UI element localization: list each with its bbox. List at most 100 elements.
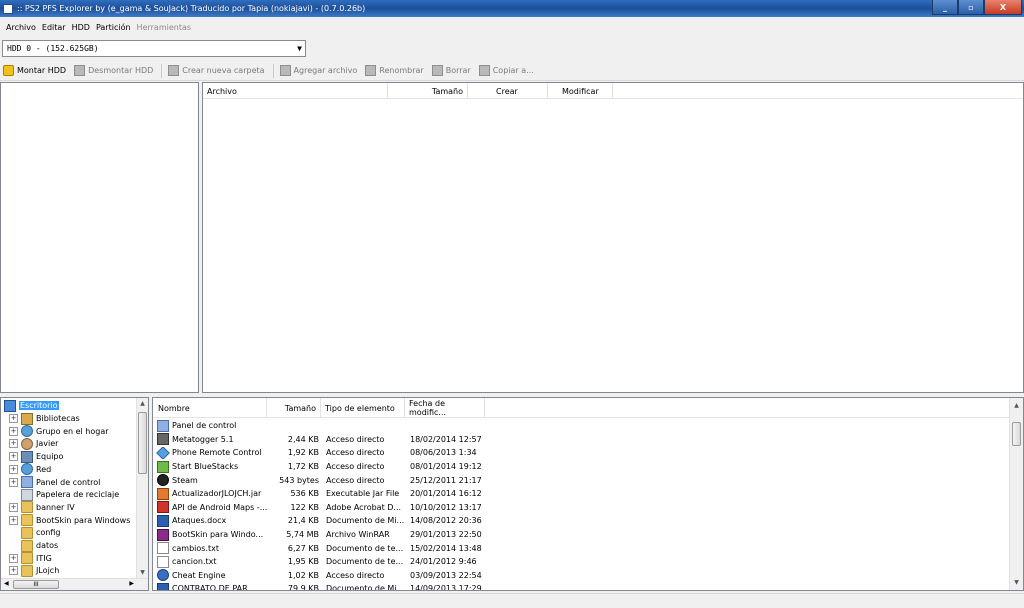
network-icon	[21, 463, 33, 476]
file-row[interactable]: CONTRATO DE PAR... 79,9 KB Documento de Mi…	[153, 582, 485, 590]
expand-icon[interactable]: +	[9, 515, 18, 525]
tree-item[interactable]: + Javier	[9, 437, 58, 450]
copy-to-button[interactable]: Copiar a...	[478, 65, 534, 76]
file-row[interactable]: Metatogger 5.1 2,44 KB Acceso directo 18/02…	[153, 433, 485, 447]
expand-icon[interactable]: +	[9, 464, 18, 474]
file-date: 03/09/2013 22:54	[410, 570, 482, 580]
tree-item[interactable]: + JLojch	[9, 564, 59, 577]
file-row[interactable]: Phone Remote Control 1,92 KB Acceso direct…	[153, 446, 485, 460]
file-size: 21,4 KB	[287, 516, 319, 526]
hdd-select[interactable]: HDD 0 - (152.625GB) ▼	[2, 40, 306, 57]
unmount-hdd-button[interactable]: Desmontar HDD	[74, 65, 153, 76]
file-row[interactable]: Ataques.docx 21,4 KB Documento de Mi... 14/…	[153, 514, 485, 528]
column-header-tamano[interactable]: Tamaño	[388, 83, 468, 99]
file-row[interactable]: API de Android Maps -... 122 KB Adobe Acro…	[153, 501, 485, 515]
maximize-button[interactable]: ▫	[958, 0, 984, 15]
new-folder-button[interactable]: Crear nueva carpeta	[168, 65, 265, 76]
tree-item[interactable]: + BootSkin para Windows	[9, 514, 130, 527]
menu-archivo[interactable]: Archivo	[3, 23, 39, 32]
file-date: 10/10/2012 13:17	[410, 502, 482, 512]
files-vertical-scrollbar[interactable]: ▲ ▼	[1009, 398, 1023, 590]
column-header-modificar[interactable]: Modificar	[548, 83, 613, 99]
tree-item[interactable]: Papelera de reciclaje	[9, 488, 119, 501]
star-icon	[156, 446, 170, 459]
tree-horizontal-scrollbar[interactable]: ◀ III ▶	[1, 578, 148, 590]
add-file-button[interactable]: Agregar archivo	[279, 65, 357, 76]
column-header-nombre[interactable]: Nombre	[153, 398, 267, 418]
file-size: 1,72 KB	[287, 462, 319, 472]
tree-item[interactable]: datos	[9, 539, 58, 552]
word-icon	[157, 514, 169, 527]
unmount-hdd-icon	[74, 65, 86, 76]
menu-hdd[interactable]: HDD	[69, 23, 93, 32]
column-header-fecha[interactable]: Fecha de modific...	[405, 398, 485, 418]
folder-icon	[21, 552, 33, 565]
rename-button[interactable]: Renombrar	[365, 65, 424, 76]
tree-item[interactable]: + Panel de control	[9, 476, 100, 489]
expand-icon[interactable]: +	[9, 553, 18, 563]
file-name: cancion.txt	[172, 557, 217, 567]
tree-item[interactable]: + Red	[9, 463, 51, 476]
tree-vertical-scrollbar[interactable]: ▲ ▼	[136, 398, 148, 578]
menu-editar[interactable]: Editar	[39, 23, 69, 32]
file-row[interactable]: BootSkin para Windo... 5,74 MB Archivo Win…	[153, 528, 485, 542]
mount-hdd-button[interactable]: Montar HDD	[3, 65, 66, 76]
local-folder-tree[interactable]: Escritorio + Bibliotecas + Grupo en el hoga…	[0, 397, 149, 591]
shortcut-icon	[157, 433, 169, 446]
tree-item-escritorio[interactable]: Escritorio	[4, 399, 59, 412]
dropdown-arrow-icon[interactable]: ▼	[297, 44, 302, 53]
column-header-tamano[interactable]: Tamaño	[267, 398, 321, 418]
local-file-list[interactable]: Nombre Tamaño Tipo de elemento Fecha de …	[152, 397, 1024, 591]
scroll-up-icon[interactable]: ▲	[1010, 400, 1023, 411]
folder-icon	[21, 514, 33, 527]
column-header-crear[interactable]: Crear	[468, 83, 548, 99]
file-row[interactable]: cambios.txt 6,27 KB Documento de te... 15/0…	[153, 541, 485, 555]
expand-icon[interactable]: +	[9, 426, 18, 436]
scroll-thumb[interactable]	[138, 412, 147, 474]
tree-item-label: BootSkin para Windows	[36, 515, 131, 525]
hdd-file-list[interactable]: Archivo Tamaño Crear Modificar	[202, 82, 1024, 393]
bluestacks-icon	[157, 460, 169, 473]
file-name: BootSkin para Windo...	[172, 530, 264, 540]
scroll-right-icon[interactable]: ▶	[129, 580, 134, 587]
expand-icon[interactable]: +	[9, 566, 18, 576]
tree-item[interactable]: + ITIG	[9, 552, 52, 565]
expand-icon[interactable]: +	[9, 439, 18, 449]
scroll-up-icon[interactable]: ▲	[137, 398, 148, 409]
scroll-left-icon[interactable]: ◀	[4, 580, 9, 587]
tree-item[interactable]: config	[9, 526, 60, 539]
expand-icon[interactable]: +	[9, 452, 18, 462]
file-row[interactable]: Start BlueStacks 1,72 KB Acceso directo 08/…	[153, 460, 485, 474]
tree-item[interactable]: + Bibliotecas	[9, 412, 80, 425]
column-header-archivo[interactable]: Archivo	[203, 83, 388, 99]
desktop-icon	[4, 399, 16, 412]
horizontal-scroll-thumb[interactable]: III	[13, 580, 59, 589]
minimize-button[interactable]: _	[932, 0, 958, 15]
close-button[interactable]: X	[984, 0, 1022, 15]
file-row[interactable]: ActualizadorJLOJCH.jar 536 KB Executable J…	[153, 487, 485, 501]
scroll-thumb[interactable]	[1012, 422, 1021, 446]
tree-item-label: config	[36, 528, 61, 538]
scroll-down-icon[interactable]: ▼	[137, 567, 148, 578]
menu-herramientas[interactable]: Herramientas	[134, 23, 195, 32]
file-row[interactable]: cancion.txt 1,95 KB Documento de te... 24/0…	[153, 555, 485, 569]
tree-item[interactable]: + banner IV	[9, 501, 75, 514]
column-header-tipo[interactable]: Tipo de elemento	[321, 398, 405, 418]
file-row[interactable]: Steam 543 bytes Acceso directo 25/12/2011 2…	[153, 473, 485, 487]
scroll-down-icon[interactable]: ▼	[1010, 577, 1023, 588]
expand-icon[interactable]: +	[9, 477, 18, 487]
expand-icon[interactable]: +	[9, 414, 18, 423]
file-name: Steam	[172, 475, 198, 485]
delete-button[interactable]: Borrar	[431, 65, 471, 76]
file-row[interactable]: Panel de control	[153, 419, 485, 433]
file-date: 24/01/2012 9:46	[410, 557, 477, 567]
expand-icon[interactable]: +	[9, 502, 18, 512]
tree-item[interactable]: + Equipo	[9, 450, 63, 463]
tree-item[interactable]: + Grupo en el hogar	[9, 425, 109, 438]
file-row[interactable]: Cheat Engine 1,02 KB Acceso directo 03/09/2…	[153, 569, 485, 583]
file-size: 6,27 KB	[287, 543, 319, 553]
menu-particion[interactable]: Partición	[93, 23, 134, 32]
partition-tree-panel[interactable]	[0, 82, 199, 393]
folder-icon	[21, 564, 33, 577]
